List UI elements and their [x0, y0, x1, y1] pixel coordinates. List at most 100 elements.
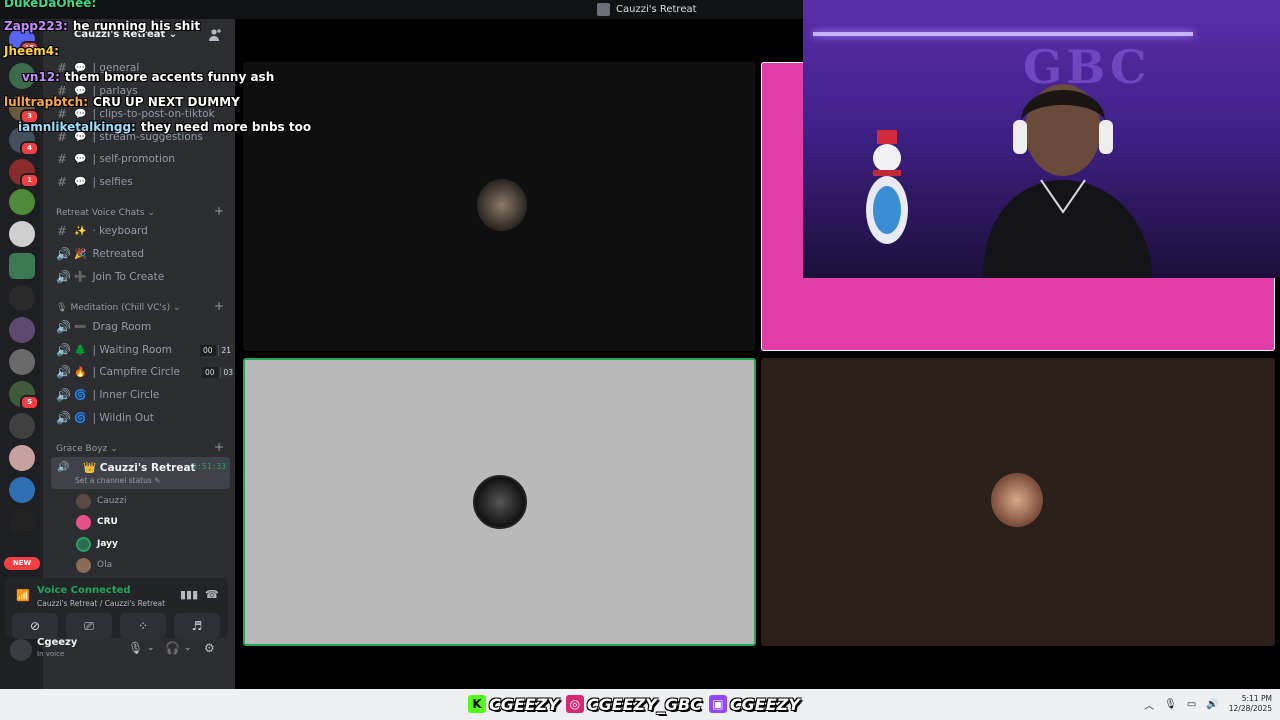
crown-icon: 👑 [83, 462, 97, 474]
avatar [76, 536, 91, 552]
channel-wildin-out[interactable]: 🔊 🌀 | Wildin Out [56, 408, 154, 428]
noise-suppression-icon[interactable]: ▮▮▮ [180, 588, 198, 601]
hash-icon: # [56, 152, 68, 166]
channel-retreated[interactable]: 🔊 🎉 Retreated [56, 244, 144, 264]
participant-avatar [991, 473, 1043, 527]
display-icon[interactable]: ▭ [1187, 699, 1196, 710]
server-icon[interactable] [9, 477, 35, 503]
add-member-icon[interactable] [208, 28, 222, 42]
server-icon[interactable]: 1 [9, 159, 39, 188]
channel-waiting-room[interactable]: 🔊 🌲 | Waiting Room 00 21 [56, 340, 235, 360]
category-grace-boyz[interactable]: Grace Boyz ⌄ [56, 442, 118, 456]
channel-drag-room[interactable]: 🔊 ➖ Drag Room [56, 317, 151, 337]
server-icon[interactable] [9, 509, 35, 535]
notification-badge: 5 [20, 395, 39, 410]
voice-member[interactable]: Jayy [76, 534, 118, 554]
video-tile[interactable] [761, 358, 1275, 646]
chat-message: Zapp223: he running his shit [4, 19, 200, 33]
chat-text: CRU UP NEXT DUMMY [93, 95, 240, 109]
speaker-icon: 🔊 [56, 247, 71, 261]
chevron-down-icon: ⌄ [147, 208, 155, 218]
video-tile[interactable] [243, 62, 755, 351]
chat-message: DukeDaOnee: [4, 0, 101, 10]
chat-message: vn12: them bmore accents funny ash [22, 70, 274, 84]
chat-text: he running his shit [72, 19, 201, 33]
server-icon [597, 3, 610, 16]
window-title-text: Cauzzi's Retreat [616, 4, 697, 15]
headphones-icon[interactable]: 🎧 [165, 641, 180, 655]
clock-date: 12/28/2025 [1228, 704, 1272, 713]
category-retreat[interactable]: Retreat Voice Chats ⌄ [56, 206, 155, 220]
server-icon[interactable] [9, 445, 35, 471]
chat-username: DukeDaOnee: [4, 0, 97, 10]
user-status: In voice [37, 650, 65, 658]
voice-member[interactable]: CRU [76, 512, 118, 532]
chat-username: Jheem4: [4, 44, 59, 58]
new-badge[interactable]: NEW [4, 557, 40, 570]
hash-icon: # [56, 224, 68, 238]
speaker-icon: 🔊 [56, 365, 71, 379]
channel-self-promotion[interactable]: # 💬 | self-promotion [56, 149, 175, 169]
mic-icon[interactable]: 🎙 [1164, 699, 1177, 710]
instagram-handle: CGEEZY_GBC [586, 694, 702, 714]
channel-campfire-circle[interactable]: 🔊 🔥 | Campfire Circle 00 03 [56, 362, 237, 382]
server-icon[interactable] [9, 317, 35, 343]
video-tile-speaking[interactable] [243, 358, 756, 646]
chat-username: lulltrapbtch: [4, 95, 89, 109]
add-channel-icon[interactable]: + [214, 299, 224, 313]
clock[interactable]: 5:11 PM 12/28/2025 [1229, 694, 1272, 714]
voice-location[interactable]: Cauzzi's Retreat / Cauzzi's Retreat [37, 599, 165, 608]
led-strip [813, 32, 1193, 36]
chevron-down-icon[interactable]: ⌄ [147, 643, 155, 653]
speaker-icon: 🔊 [56, 388, 71, 402]
signal-icon[interactable]: 📶 [16, 589, 30, 602]
add-channel-icon[interactable]: + [214, 440, 224, 454]
chat-username: vn12: [22, 70, 60, 84]
chat-text: they need more bnbs too [140, 120, 312, 134]
gear-icon[interactable]: ⚙ [204, 641, 215, 655]
avatar [76, 493, 91, 509]
webcam-overlay: GBC [803, 0, 1280, 278]
channel-cauzzis-retreat[interactable]: 🔊 👑 Cauzzi's Retreat 3:51:33 Set a chann… [51, 457, 230, 489]
instagram-icon: ◎ [565, 695, 584, 713]
server-icon[interactable] [9, 285, 35, 311]
server-icon[interactable] [9, 349, 35, 375]
chat-text: them bmore accents funny ash [64, 70, 275, 84]
notification-badge: 4 [20, 141, 39, 156]
chevron-up-icon[interactable]: ︿ [1144, 697, 1154, 712]
server-icon[interactable] [9, 189, 35, 215]
chevron-down-icon[interactable]: ⌄ [184, 643, 192, 653]
speaker-icon: 🔊 [56, 343, 71, 357]
add-channel-icon[interactable]: + [214, 204, 224, 218]
server-icon[interactable] [9, 221, 35, 247]
disconnect-icon[interactable]: ☎ [205, 588, 219, 601]
channel-keyboard[interactable]: # ✨ · keyboard [56, 221, 148, 241]
channel-selfies[interactable]: # 💬 | selfies [56, 172, 133, 192]
app-window: Cauzzi's Retreat 15 3 4 1 5 NEW Cauzzi's… [0, 0, 1280, 720]
server-icon[interactable] [9, 413, 35, 439]
category-meditation[interactable]: 🎙 Meditation (Chill VC's) ⌄ [56, 301, 181, 315]
mic-icon[interactable]: 🎙 [128, 641, 143, 655]
voice-member[interactable]: Cauzzi [76, 491, 126, 511]
avatar[interactable] [10, 639, 32, 661]
voice-connected-label: Voice Connected [37, 585, 131, 596]
kick-icon: K [468, 695, 486, 713]
chat-message: iamnliketalkingg: they need more bnbs too [18, 120, 311, 134]
hash-icon: # [56, 175, 68, 189]
system-tray: ︿ 🎙 ▭ 🔊 5:11 PM 12/28/2025 [1144, 694, 1272, 714]
chat-message: lulltrapbtch: CRU UP NEXT DUMMY [4, 95, 240, 109]
streamer-figure [983, 84, 1153, 278]
server-icon[interactable] [9, 253, 35, 279]
user-count: 00 21 [198, 344, 235, 356]
server-icon[interactable]: 5 [9, 381, 39, 410]
twitch-handle: CGEEZY [729, 694, 800, 714]
channel-join-to-create[interactable]: 🔊 ➕ Join To Create [56, 267, 164, 287]
volume-icon[interactable]: 🔊 [1206, 699, 1218, 710]
user-count: 00 03 [200, 366, 237, 378]
voice-member[interactable]: Ola [76, 555, 112, 575]
notification-badge: 1 [20, 173, 39, 188]
chat-username: iamnliketalkingg: [18, 120, 136, 134]
channel-status[interactable]: Set a channel status ✎ [75, 476, 160, 485]
username: Cgeezy [37, 637, 78, 648]
channel-inner-circle[interactable]: 🔊 🌀 | Inner Circle [56, 385, 159, 405]
